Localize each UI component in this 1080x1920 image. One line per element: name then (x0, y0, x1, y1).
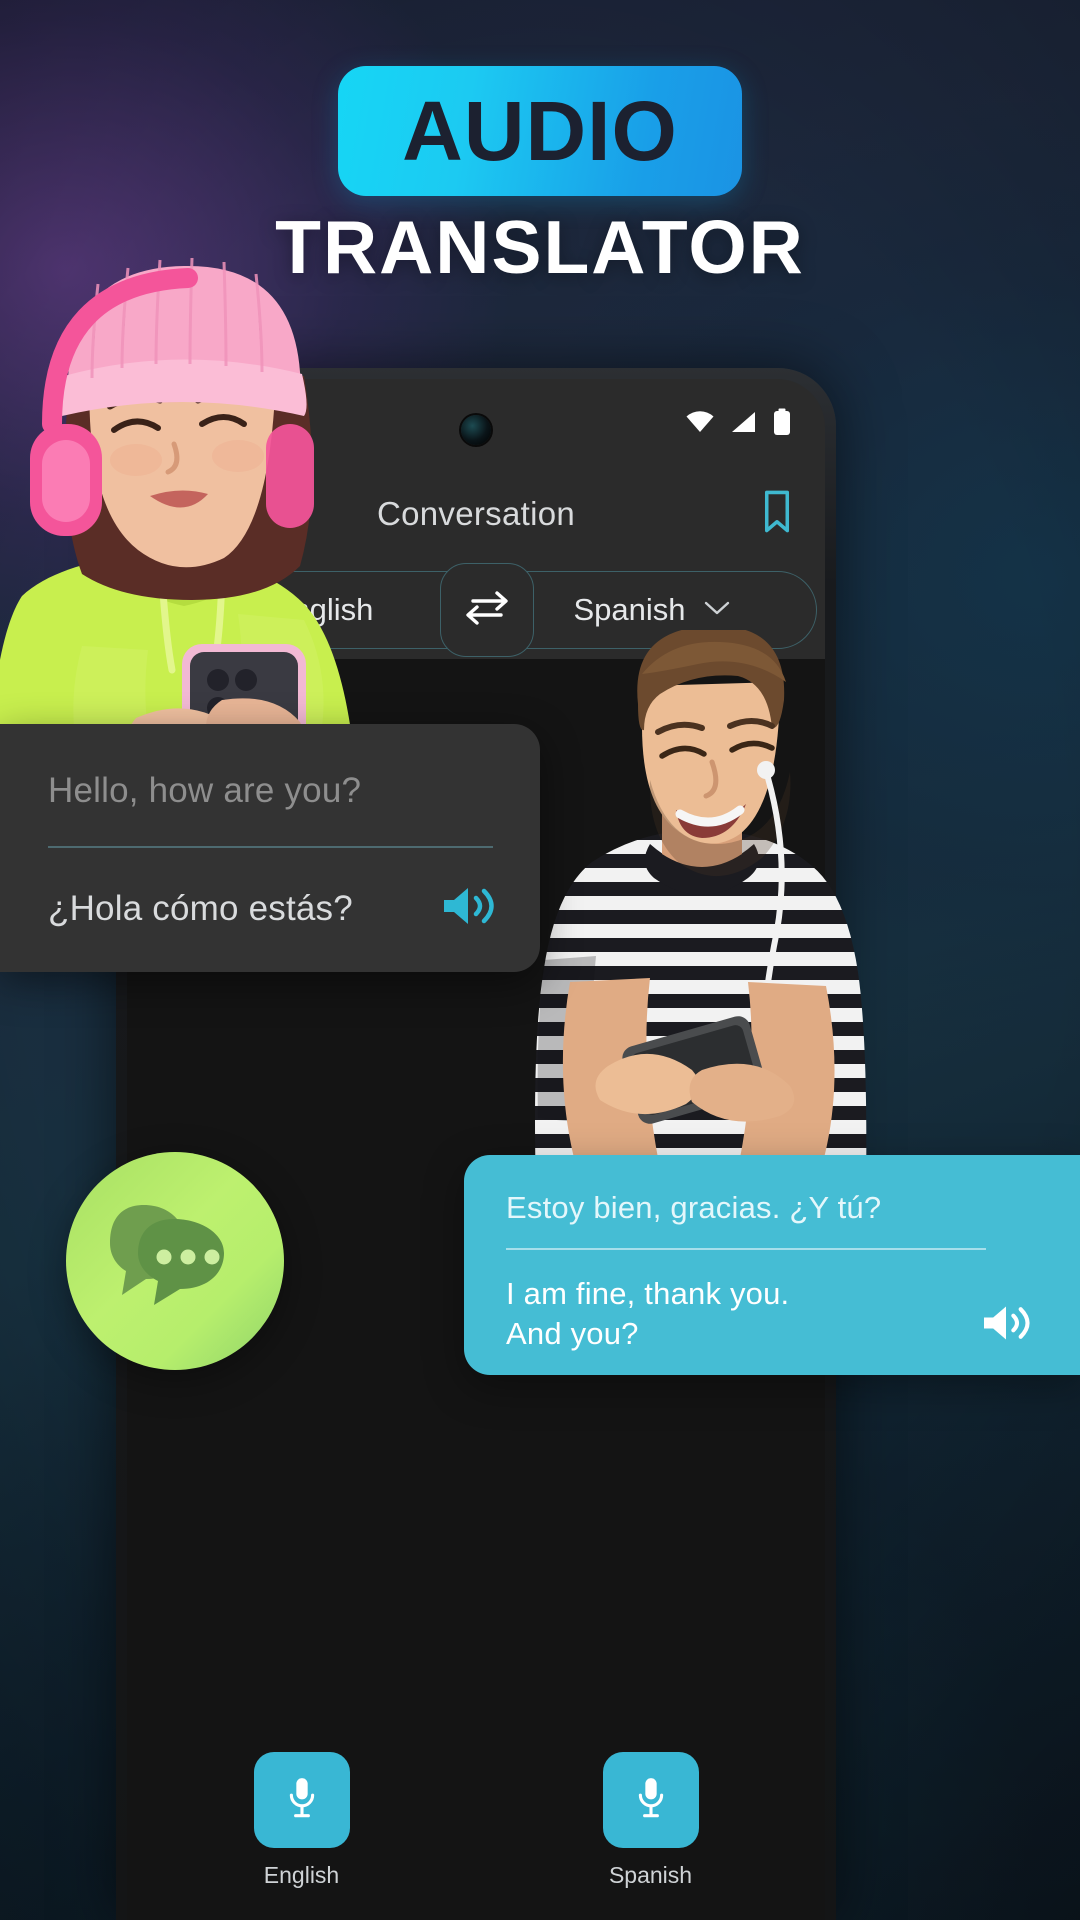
swap-arrows-icon (461, 588, 513, 633)
translation-card-right[interactable]: Estoy bien, gracias. ¿Y tú? I am fine, t… (464, 1155, 1080, 1375)
microphone-icon (634, 1775, 668, 1826)
page-title: Conversation (376, 495, 576, 532)
card-right-source-text: Estoy bien, gracias. ¿Y tú? (506, 1190, 882, 1225)
wifi-icon (685, 410, 715, 434)
speaker-icon[interactable] (980, 1301, 1032, 1350)
card-left-divider (48, 846, 493, 848)
target-language-label: Spanish (573, 592, 686, 627)
mic-cell-source: English (253, 1752, 350, 1889)
mic-label-spanish: Spanish (608, 1862, 693, 1888)
speaker-icon[interactable] (440, 882, 496, 935)
card-left-source-text: Hello, how are you? (48, 771, 362, 810)
chat-bubbles-icon (110, 1203, 240, 1320)
translation-card-left[interactable]: Hello, how are you? ¿Hola cómo estás? (0, 724, 540, 972)
card-right-target-row: I am fine, thank you. And you? (506, 1274, 1042, 1353)
mic-button-english[interactable] (253, 1752, 350, 1848)
audio-badge: AUDIO (338, 66, 742, 196)
signal-icon (730, 410, 758, 434)
audio-badge-label: AUDIO (402, 84, 678, 178)
chevron-down-icon (704, 600, 730, 621)
card-right-target-text: I am fine, thank you. And you? (506, 1276, 790, 1351)
microphone-icon (285, 1775, 319, 1826)
card-left-target-row: ¿Hola cómo estás? (48, 882, 496, 935)
photo-man-with-earphones (500, 625, 900, 1190)
bookmark-icon[interactable] (759, 490, 795, 539)
mic-cell-target: Spanish (602, 1752, 699, 1889)
mic-button-spanish[interactable] (602, 1752, 699, 1848)
app-icon-chat-bubbles[interactable] (66, 1152, 284, 1370)
mic-label-english: English (263, 1862, 340, 1888)
battery-icon (773, 408, 791, 436)
card-right-divider (506, 1248, 986, 1251)
mic-button-row: English Spanish (127, 1730, 825, 1920)
card-left-target-text: ¿Hola cómo estás? (48, 888, 353, 928)
